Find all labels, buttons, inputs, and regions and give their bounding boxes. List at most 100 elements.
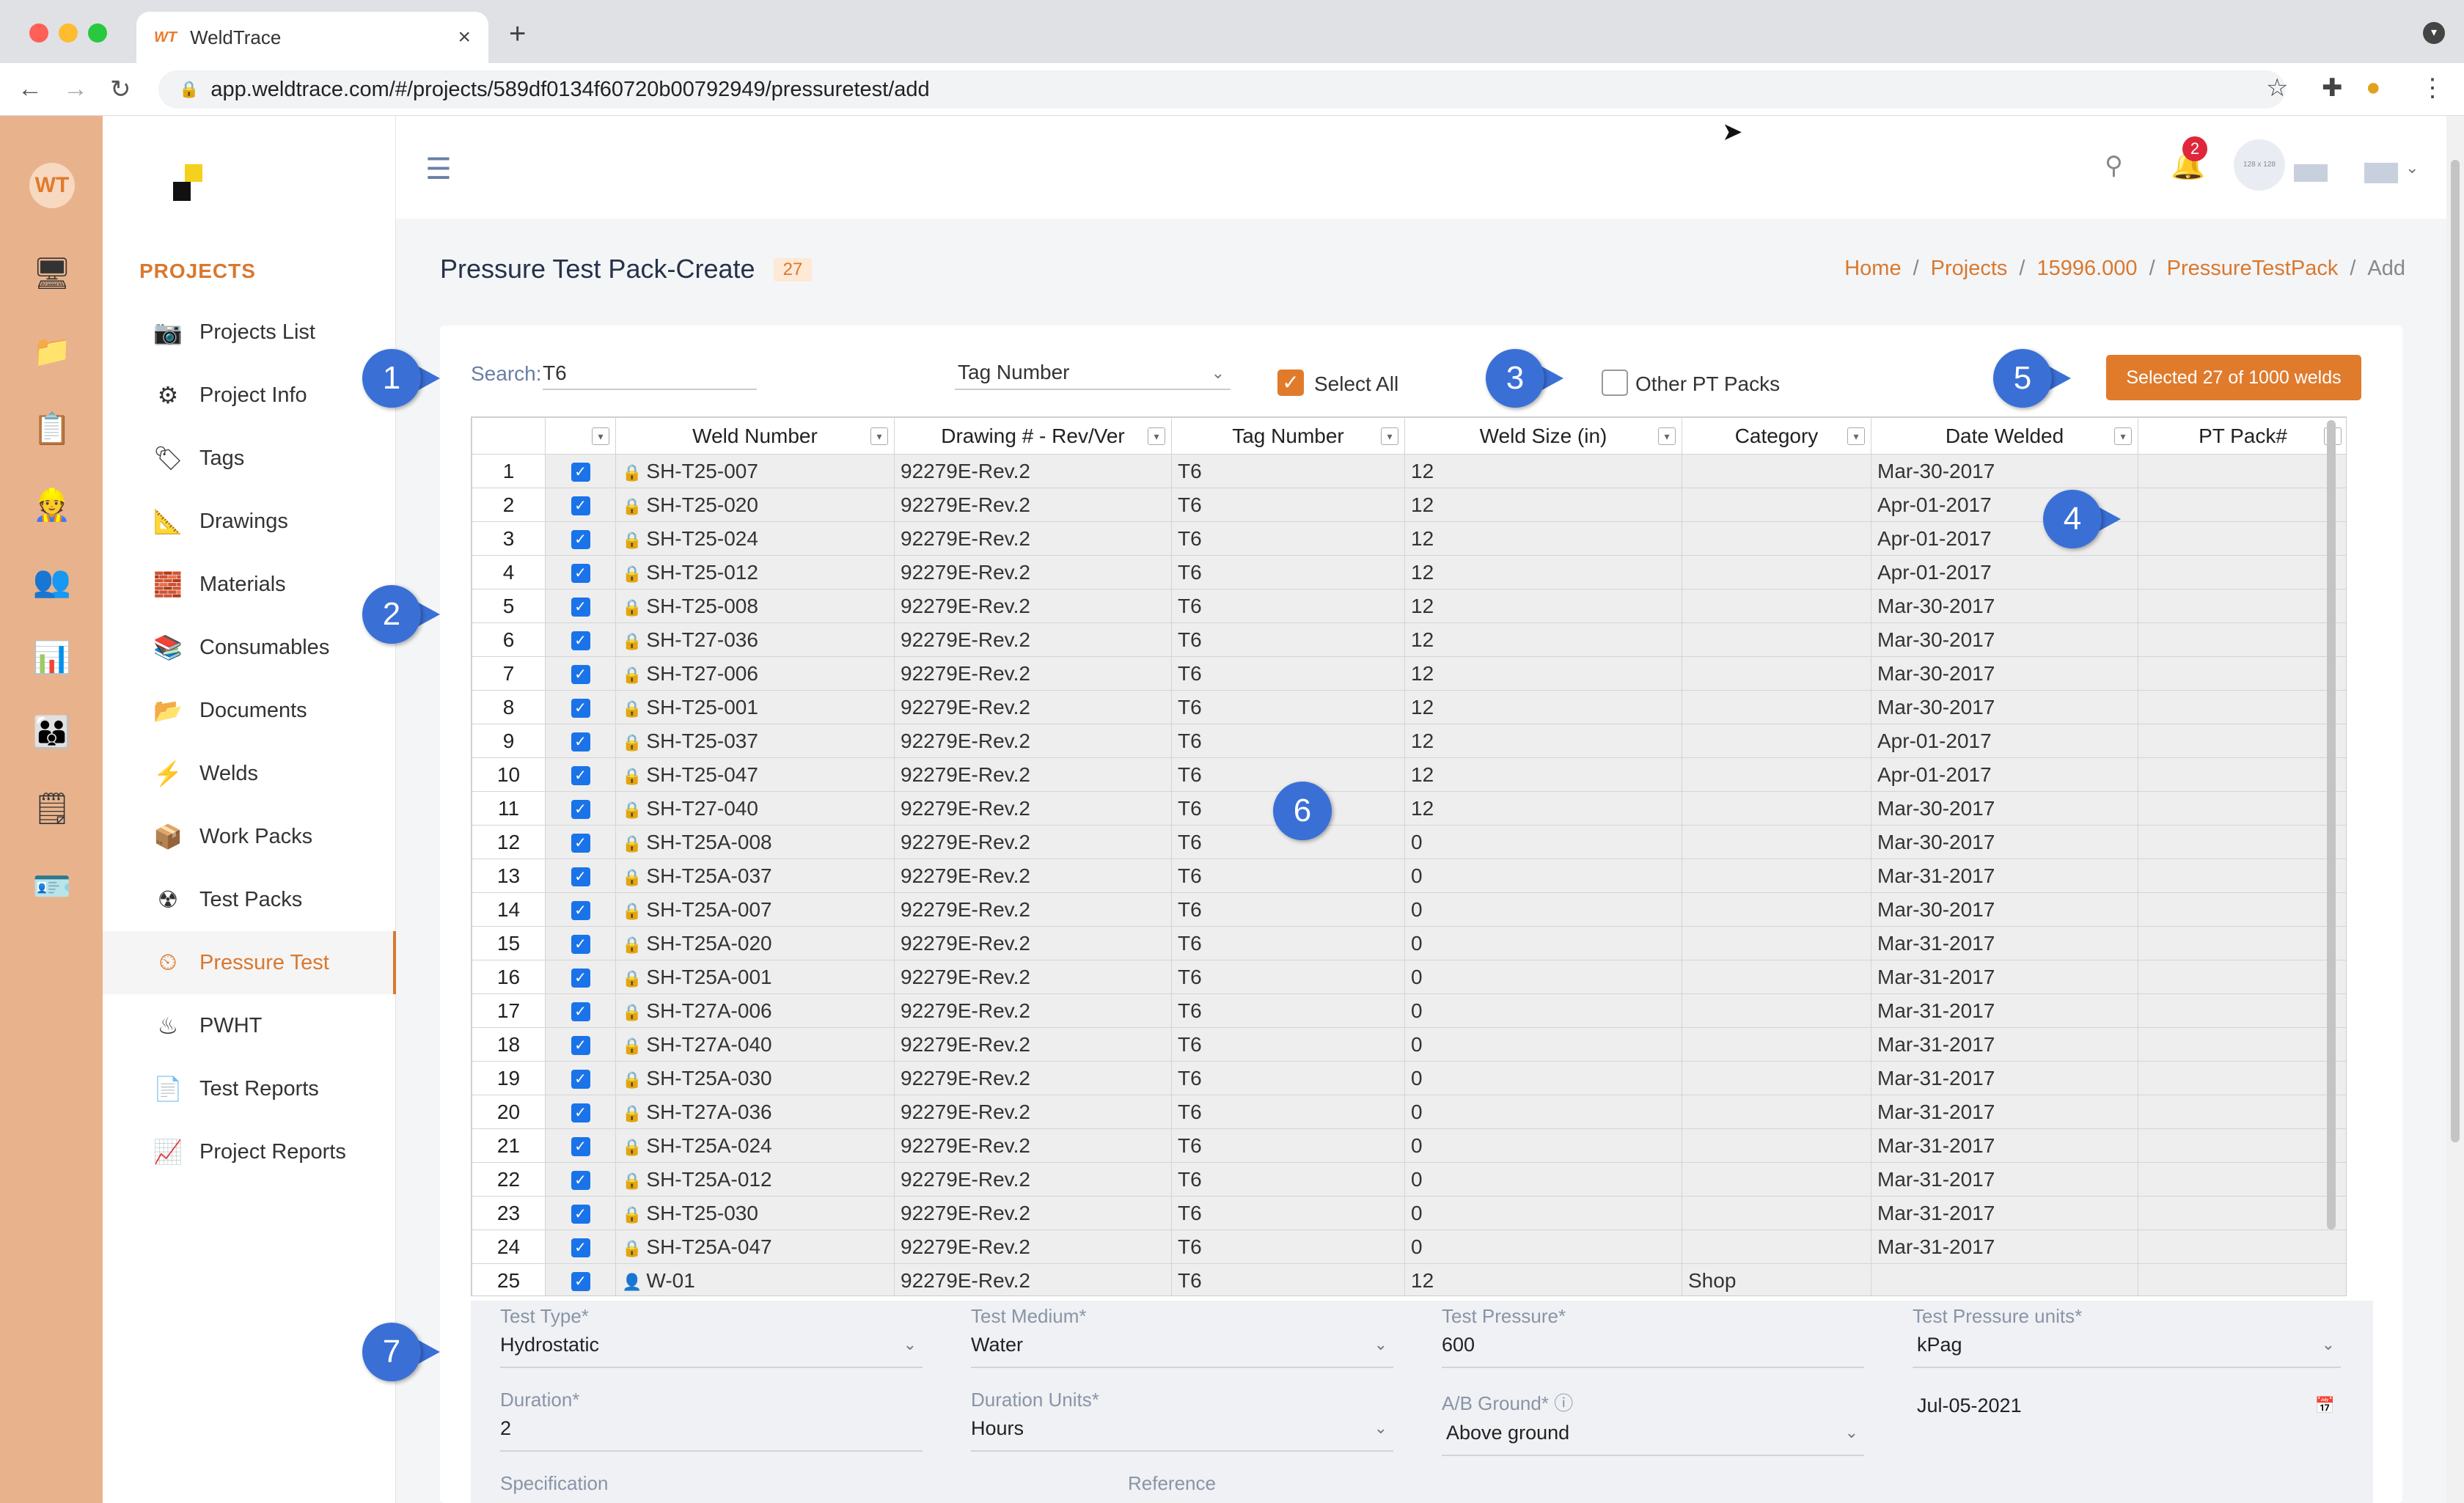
table-row[interactable]: 15 ✓ 🔒 SH-T25A-020 92279E-Rev.2 T6 0 Mar-31-201… xyxy=(472,926,2346,960)
close-tab-icon[interactable]: × xyxy=(458,25,471,50)
table-row[interactable]: 12 ✓ 🔒 SH-T25A-008 92279E-Rev.2 T6 0 Mar-30-201… xyxy=(472,825,2346,859)
tag-number-select[interactable]: Tag Number ⌄ xyxy=(955,353,1231,390)
table-row[interactable]: 22 ✓ 🔒 SH-T25A-012 92279E-Rev.2 T6 0 Mar-31-201… xyxy=(472,1162,2346,1197)
back-arrow-icon[interactable]: ← xyxy=(18,75,43,103)
other-pt-packs-checkbox[interactable] xyxy=(1602,370,1628,396)
new-tab-button[interactable]: + xyxy=(509,18,526,51)
table-row[interactable]: 1 ✓ 🔒 SH-T25-007 92279E-Rev.2 T6 12 Mar-30-2017 xyxy=(472,454,2346,488)
row-checkbox[interactable]: ✓ xyxy=(545,1230,616,1264)
address-bar[interactable]: 🔒 app.weldtrace.com/#/projects/589df0134… xyxy=(158,70,2285,109)
row-checkbox[interactable]: ✓ xyxy=(545,690,616,724)
row-checkbox[interactable]: ✓ xyxy=(545,724,616,758)
id-badge-icon[interactable]: 🪪 xyxy=(29,864,75,909)
table-row[interactable]: 19 ✓ 🔒 SH-T25A-030 92279E-Rev.2 T6 0 Mar-31-201… xyxy=(472,1061,2346,1095)
sidebar-item-consumables[interactable]: 📚 Consumables xyxy=(103,616,396,679)
table-row[interactable]: 14 ✓ 🔒 SH-T25A-007 92279E-Rev.2 T6 0 Mar-30-201… xyxy=(472,892,2346,927)
row-checkbox[interactable]: ✓ xyxy=(545,521,616,556)
row-checkbox[interactable]: ✓ xyxy=(545,1061,616,1095)
row-checkbox[interactable]: ✓ xyxy=(545,892,616,927)
col-header-date-welded[interactable]: Date Welded ▾ xyxy=(1871,417,2138,455)
sidebar-item-drawings[interactable]: 📐 Drawings xyxy=(103,490,396,553)
duration-field[interactable]: Duration* 2 xyxy=(500,1389,923,1452)
sidebar-item-pwht[interactable]: ♨ PWHT xyxy=(103,994,396,1057)
test-pressure-units-field[interactable]: Test Pressure units* kPag ⌄ xyxy=(1913,1305,2341,1368)
weldtrace-logo-icon[interactable]: WT xyxy=(29,163,75,208)
table-row[interactable]: 21 ✓ 🔒 SH-T25A-024 92279E-Rev.2 T6 0 Mar-31-201… xyxy=(472,1128,2346,1163)
user-name-placeholder[interactable] xyxy=(2294,164,2328,182)
filter-icon[interactable]: ▾ xyxy=(1148,427,1165,445)
row-checkbox[interactable]: ✓ xyxy=(545,791,616,826)
test-medium-field[interactable]: Test Medium* Water ⌄ xyxy=(971,1305,1393,1368)
sidebar-item-work-packs[interactable]: 📦 Work Packs xyxy=(103,805,396,868)
row-checkbox[interactable]: ✓ xyxy=(545,555,616,589)
filter-icon[interactable]: ▾ xyxy=(870,427,888,445)
table-row[interactable]: 5 ✓ 🔒 SH-T25-008 92279E-Rev.2 T6 12 Mar-30-2017 xyxy=(472,589,2346,623)
selected-welds-button[interactable]: Selected 27 of 1000 welds xyxy=(2106,355,2361,400)
schedule-clipboard-icon[interactable]: 🗒 xyxy=(29,786,75,831)
dashboard-monitor-icon[interactable]: 🖥 xyxy=(29,251,75,296)
sidebar-item-materials[interactable]: 🧱 Materials xyxy=(103,553,396,616)
search-input[interactable] xyxy=(543,353,757,390)
table-row[interactable]: 16 ✓ 🔒 SH-T25A-001 92279E-Rev.2 T6 0 Mar-31-201… xyxy=(472,960,2346,994)
row-checkbox[interactable]: ✓ xyxy=(545,926,616,960)
row-checkbox[interactable]: ✓ xyxy=(545,488,616,522)
table-row[interactable]: 11 ✓ 🔒 SH-T27-040 92279E-Rev.2 T6 12 Mar-30-201… xyxy=(472,791,2346,826)
table-row[interactable]: 18 ✓ 🔒 SH-T27A-040 92279E-Rev.2 T6 0 Mar-31-201… xyxy=(472,1027,2346,1062)
row-checkbox[interactable]: ✓ xyxy=(545,1263,616,1296)
table-row[interactable]: 20 ✓ 🔒 SH-T27A-036 92279E-Rev.2 T6 0 Mar-31-201… xyxy=(472,1095,2346,1129)
sidebar-item-welds[interactable]: ⚡ Welds xyxy=(103,742,396,805)
row-checkbox[interactable]: ✓ xyxy=(545,622,616,657)
test-type-field[interactable]: Test Type* Hydrostatic ⌄ xyxy=(500,1305,923,1368)
table-row[interactable]: 25 ✓ 👤 W-01 92279E-Rev.2 T6 12 Shop xyxy=(472,1263,2346,1296)
ab-ground-field[interactable]: A/B Ground* ⓘ Above ground ⌄ xyxy=(1442,1389,1864,1456)
sidebar-item-test-packs[interactable]: ☢ Test Packs xyxy=(103,868,396,931)
tab-search-icon[interactable]: ▾ xyxy=(2423,22,2445,44)
row-checkbox[interactable]: ✓ xyxy=(545,1196,616,1230)
breadcrumb-projects[interactable]: Projects xyxy=(1931,257,2008,281)
filter-icon[interactable]: ▾ xyxy=(2114,427,2132,445)
test-pressure-field[interactable]: Test Pressure* 600 xyxy=(1442,1305,1864,1368)
search-icon[interactable]: ⚲ xyxy=(2105,151,2123,180)
hamburger-menu-icon[interactable]: ☰ xyxy=(425,152,452,186)
info-icon[interactable]: ⓘ xyxy=(1554,1392,1573,1414)
sidebar-item-documents[interactable]: 📂 Documents xyxy=(103,679,396,742)
col-header-weld-size[interactable]: Weld Size (in) ▾ xyxy=(1404,417,1682,455)
projects-folder-icon[interactable]: 📁 xyxy=(29,328,75,374)
reload-icon[interactable]: ↻ xyxy=(110,75,131,104)
row-checkbox[interactable]: ✓ xyxy=(545,825,616,859)
page-scrollbar[interactable] xyxy=(2446,116,2464,1503)
table-row[interactable]: 24 ✓ 🔒 SH-T25A-047 92279E-Rev.2 T6 0 Mar-31-201… xyxy=(472,1230,2346,1264)
language-flag-icon[interactable] xyxy=(2364,163,2398,183)
table-row[interactable]: 8 ✓ 🔒 SH-T25-001 92279E-Rev.2 T6 12 Mar-30-2017 xyxy=(472,690,2346,724)
table-row[interactable]: 23 ✓ 🔒 SH-T25-030 92279E-Rev.2 T6 0 Mar-31-2017 xyxy=(472,1196,2346,1230)
duration-units-field[interactable]: Duration Units* Hours ⌄ xyxy=(971,1389,1393,1452)
sidebar-item-pressure-test[interactable]: ⏲ Pressure Test xyxy=(103,931,396,994)
col-header-pt-pack[interactable]: PT Pack#▾ xyxy=(2138,417,2346,455)
row-checkbox[interactable]: ✓ xyxy=(545,1027,616,1062)
sidebar-item-project-info[interactable]: ⚙ Project Info xyxy=(103,364,396,427)
row-checkbox[interactable]: ✓ xyxy=(545,757,616,792)
specification-field[interactable]: Specification xyxy=(500,1472,923,1495)
table-row[interactable]: 10 ✓ 🔒 SH-T25-047 92279E-Rev.2 T6 12 Apr-01-201… xyxy=(472,757,2346,792)
row-checkbox[interactable]: ✓ xyxy=(545,1128,616,1163)
browser-tab[interactable]: WT WeldTrace × xyxy=(136,12,488,63)
table-row[interactable]: 6 ✓ 🔒 SH-T27-036 92279E-Rev.2 T6 12 Mar-30-2017 xyxy=(472,622,2346,657)
row-checkbox[interactable]: ✓ xyxy=(545,1162,616,1197)
sidebar-item-test-reports[interactable]: 📄 Test Reports xyxy=(103,1057,396,1120)
welder-icon[interactable]: 👷 xyxy=(29,482,75,528)
breadcrumb-pressuretestpack[interactable]: PressureTestPack xyxy=(2167,257,2339,281)
reference-field[interactable]: Reference xyxy=(1128,1472,1550,1495)
organization-chart-icon[interactable]: 👥 xyxy=(29,559,75,604)
table-row[interactable]: 17 ✓ 🔒 SH-T27A-006 92279E-Rev.2 T6 0 Mar-31-201… xyxy=(472,993,2346,1028)
row-checkbox[interactable]: ✓ xyxy=(545,589,616,623)
settings-clipboard-icon[interactable]: 📋 xyxy=(29,406,75,452)
avatar[interactable]: 128 x 128 xyxy=(2234,139,2285,191)
filter-icon[interactable]: ▾ xyxy=(1381,427,1398,445)
breadcrumb-project[interactable]: 15996.000 xyxy=(2036,257,2137,281)
forward-arrow-icon[interactable]: → xyxy=(63,75,88,103)
table-row[interactable]: 4 ✓ 🔒 SH-T25-012 92279E-Rev.2 T6 12 Apr-01-2017 xyxy=(472,555,2346,589)
row-checkbox[interactable]: ✓ xyxy=(545,1095,616,1129)
profile-icon[interactable]: ● xyxy=(2366,73,2381,102)
filter-icon[interactable]: ▾ xyxy=(1847,427,1865,445)
browser-menu-icon[interactable]: ⋮ xyxy=(2420,73,2445,103)
